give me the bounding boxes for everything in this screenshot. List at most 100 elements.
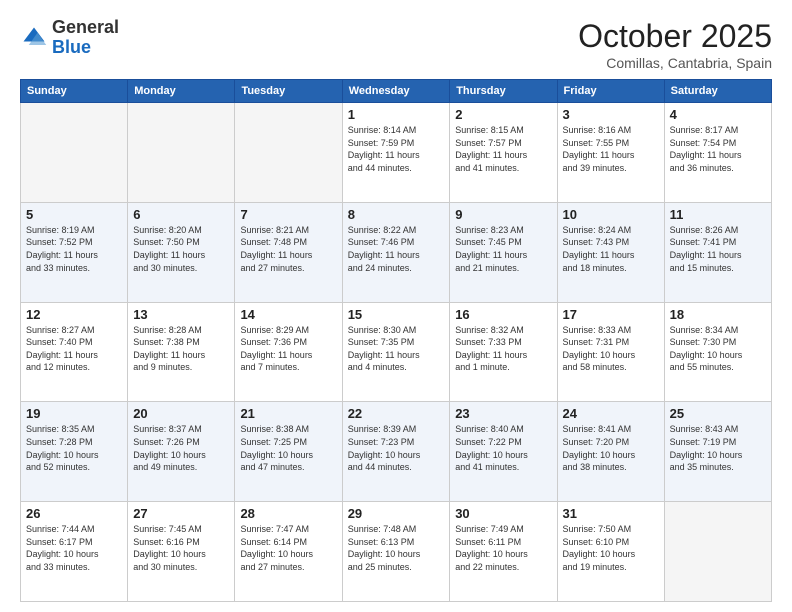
col-saturday: Saturday	[664, 80, 771, 103]
table-row: 27 Sunrise: 7:45 AM Sunset: 6:16 PM Dayli…	[128, 502, 235, 602]
calendar-week-row: 1 Sunrise: 8:14 AM Sunset: 7:59 PM Daylig…	[21, 103, 772, 203]
day-info: Sunrise: 8:16 AM Sunset: 7:55 PM Dayligh…	[563, 124, 659, 174]
day-info: Sunrise: 8:26 AM Sunset: 7:41 PM Dayligh…	[670, 224, 766, 274]
logo-icon	[20, 24, 48, 52]
day-info: Sunrise: 7:47 AM Sunset: 6:14 PM Dayligh…	[240, 523, 336, 573]
day-number: 1	[348, 107, 445, 122]
day-info: Sunrise: 8:22 AM Sunset: 7:46 PM Dayligh…	[348, 224, 445, 274]
table-row: 23 Sunrise: 8:40 AM Sunset: 7:22 PM Dayli…	[450, 402, 557, 502]
col-sunday: Sunday	[21, 80, 128, 103]
table-row: 26 Sunrise: 7:44 AM Sunset: 6:17 PM Dayli…	[21, 502, 128, 602]
day-info: Sunrise: 8:23 AM Sunset: 7:45 PM Dayligh…	[455, 224, 551, 274]
day-number: 5	[26, 207, 122, 222]
day-number: 22	[348, 406, 445, 421]
logo-blue: Blue	[52, 37, 91, 57]
day-number: 9	[455, 207, 551, 222]
table-row: 13Sunrise: 8:28 AM Sunset: 7:38 PM Dayli…	[128, 302, 235, 402]
day-number: 25	[670, 406, 766, 421]
table-row: 30 Sunrise: 7:49 AM Sunset: 6:11 PM Dayli…	[450, 502, 557, 602]
header: General Blue October 2025 Comillas, Cant…	[20, 18, 772, 71]
table-row: 16 Sunrise: 8:32 AM Sunset: 7:33 PM Dayli…	[450, 302, 557, 402]
day-number: 8	[348, 207, 445, 222]
day-number: 17	[563, 307, 659, 322]
day-number: 18	[670, 307, 766, 322]
table-row: 17Sunrise: 8:33 AM Sunset: 7:31 PM Dayli…	[557, 302, 664, 402]
col-thursday: Thursday	[450, 80, 557, 103]
table-row: 8 Sunrise: 8:22 AM Sunset: 7:46 PM Daylig…	[342, 202, 450, 302]
day-number: 7	[240, 207, 336, 222]
table-row: 1 Sunrise: 8:14 AM Sunset: 7:59 PM Daylig…	[342, 103, 450, 203]
table-row: 28Sunrise: 7:47 AM Sunset: 6:14 PM Dayli…	[235, 502, 342, 602]
col-tuesday: Tuesday	[235, 80, 342, 103]
day-number: 15	[348, 307, 445, 322]
day-info: Sunrise: 8:29 AM Sunset: 7:36 PM Dayligh…	[240, 324, 336, 374]
day-info: Sunrise: 8:35 AM Sunset: 7:28 PM Dayligh…	[26, 423, 122, 473]
day-info: Sunrise: 8:21 AM Sunset: 7:48 PM Dayligh…	[240, 224, 336, 274]
day-number: 26	[26, 506, 122, 521]
day-number: 19	[26, 406, 122, 421]
calendar-week-row: 26 Sunrise: 7:44 AM Sunset: 6:17 PM Dayli…	[21, 502, 772, 602]
title-block: October 2025 Comillas, Cantabria, Spain	[578, 18, 772, 71]
day-info: Sunrise: 7:45 AM Sunset: 6:16 PM Dayligh…	[133, 523, 229, 573]
day-info: Sunrise: 8:43 AM Sunset: 7:19 PM Dayligh…	[670, 423, 766, 473]
table-row: 29Sunrise: 7:48 AM Sunset: 6:13 PM Dayli…	[342, 502, 450, 602]
day-info: Sunrise: 8:14 AM Sunset: 7:59 PM Dayligh…	[348, 124, 445, 174]
day-info: Sunrise: 8:38 AM Sunset: 7:25 PM Dayligh…	[240, 423, 336, 473]
day-number: 21	[240, 406, 336, 421]
day-number: 14	[240, 307, 336, 322]
table-row: 12Sunrise: 8:27 AM Sunset: 7:40 PM Dayli…	[21, 302, 128, 402]
day-number: 20	[133, 406, 229, 421]
table-row: 5 Sunrise: 8:19 AM Sunset: 7:52 PM Daylig…	[21, 202, 128, 302]
table-row: 31Sunrise: 7:50 AM Sunset: 6:10 PM Dayli…	[557, 502, 664, 602]
table-row: 11Sunrise: 8:26 AM Sunset: 7:41 PM Dayli…	[664, 202, 771, 302]
table-row: 24 Sunrise: 8:41 AM Sunset: 7:20 PM Dayli…	[557, 402, 664, 502]
day-number: 3	[563, 107, 659, 122]
table-row: 7 Sunrise: 8:21 AM Sunset: 7:48 PM Daylig…	[235, 202, 342, 302]
table-row: 19 Sunrise: 8:35 AM Sunset: 7:28 PM Dayli…	[21, 402, 128, 502]
table-row	[128, 103, 235, 203]
day-number: 12	[26, 307, 122, 322]
col-monday: Monday	[128, 80, 235, 103]
table-row: 6Sunrise: 8:20 AM Sunset: 7:50 PM Daylig…	[128, 202, 235, 302]
table-row	[21, 103, 128, 203]
table-row	[235, 103, 342, 203]
table-row: 2Sunrise: 8:15 AM Sunset: 7:57 PM Daylig…	[450, 103, 557, 203]
day-info: Sunrise: 8:41 AM Sunset: 7:20 PM Dayligh…	[563, 423, 659, 473]
table-row	[664, 502, 771, 602]
location: Comillas, Cantabria, Spain	[578, 55, 772, 71]
day-info: Sunrise: 8:19 AM Sunset: 7:52 PM Dayligh…	[26, 224, 122, 274]
day-info: Sunrise: 8:40 AM Sunset: 7:22 PM Dayligh…	[455, 423, 551, 473]
day-number: 23	[455, 406, 551, 421]
header-row: Sunday Monday Tuesday Wednesday Thursday…	[21, 80, 772, 103]
page: General Blue October 2025 Comillas, Cant…	[0, 0, 792, 612]
table-row: 10 Sunrise: 8:24 AM Sunset: 7:43 PM Dayli…	[557, 202, 664, 302]
table-row: 4Sunrise: 8:17 AM Sunset: 7:54 PM Daylig…	[664, 103, 771, 203]
col-wednesday: Wednesday	[342, 80, 450, 103]
day-info: Sunrise: 8:30 AM Sunset: 7:35 PM Dayligh…	[348, 324, 445, 374]
day-info: Sunrise: 8:32 AM Sunset: 7:33 PM Dayligh…	[455, 324, 551, 374]
month-title: October 2025	[578, 18, 772, 55]
calendar-table: Sunday Monday Tuesday Wednesday Thursday…	[20, 79, 772, 602]
day-info: Sunrise: 8:37 AM Sunset: 7:26 PM Dayligh…	[133, 423, 229, 473]
day-info: Sunrise: 8:24 AM Sunset: 7:43 PM Dayligh…	[563, 224, 659, 274]
day-number: 29	[348, 506, 445, 521]
day-info: Sunrise: 7:44 AM Sunset: 6:17 PM Dayligh…	[26, 523, 122, 573]
day-number: 10	[563, 207, 659, 222]
logo-general: General	[52, 17, 119, 37]
day-info: Sunrise: 7:49 AM Sunset: 6:11 PM Dayligh…	[455, 523, 551, 573]
table-row: 25 Sunrise: 8:43 AM Sunset: 7:19 PM Dayli…	[664, 402, 771, 502]
table-row: 3 Sunrise: 8:16 AM Sunset: 7:55 PM Daylig…	[557, 103, 664, 203]
day-number: 4	[670, 107, 766, 122]
day-number: 2	[455, 107, 551, 122]
table-row: 18 Sunrise: 8:34 AM Sunset: 7:30 PM Dayli…	[664, 302, 771, 402]
day-number: 24	[563, 406, 659, 421]
day-number: 30	[455, 506, 551, 521]
day-number: 6	[133, 207, 229, 222]
calendar-week-row: 12Sunrise: 8:27 AM Sunset: 7:40 PM Dayli…	[21, 302, 772, 402]
table-row: 14 Sunrise: 8:29 AM Sunset: 7:36 PM Dayli…	[235, 302, 342, 402]
day-info: Sunrise: 8:34 AM Sunset: 7:30 PM Dayligh…	[670, 324, 766, 374]
table-row: 9 Sunrise: 8:23 AM Sunset: 7:45 PM Daylig…	[450, 202, 557, 302]
day-number: 13	[133, 307, 229, 322]
day-number: 27	[133, 506, 229, 521]
day-number: 16	[455, 307, 551, 322]
